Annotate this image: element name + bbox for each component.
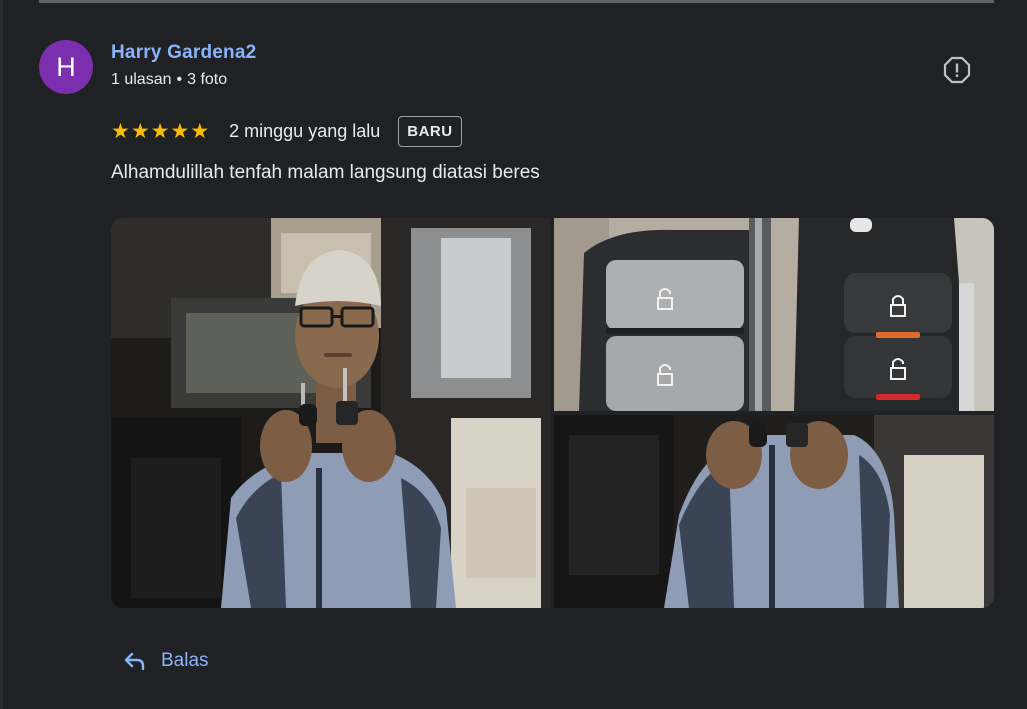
star-icon: ★ — [170, 119, 190, 143]
photo-key-fob-closeup[interactable] — [554, 218, 994, 411]
author-name[interactable]: Harry Gardena2 — [111, 42, 256, 64]
meta-separator: • — [176, 71, 183, 88]
star-rating: ★ ★ ★ ★ ★ — [111, 121, 209, 142]
rating-row: ★ ★ ★ ★ ★ 2 minggu yang lalu BARU — [111, 114, 462, 148]
reply-icon — [124, 652, 145, 671]
reply-label: Balas — [161, 650, 209, 671]
photo-technician-holding-keys-2[interactable] — [554, 415, 994, 608]
star-icon: ★ — [111, 119, 130, 143]
reply-button[interactable]: Balas — [123, 650, 209, 672]
photos-count: 3 foto — [187, 71, 228, 88]
star-icon: ★ — [150, 119, 170, 143]
left-edge — [0, 0, 3, 709]
report-icon — [943, 56, 971, 84]
review-divider — [39, 0, 994, 3]
reviews-count: 1 ulasan — [111, 71, 172, 88]
review-text: Alhamdulillah tenfah malam langsung diat… — [111, 162, 540, 183]
new-badge: BARU — [398, 115, 462, 147]
review-time: 2 minggu yang lalu — [229, 120, 381, 141]
star-icon: ★ — [130, 119, 150, 143]
photo-technician-holding-keys[interactable] — [111, 218, 550, 608]
author-meta: 1 ulasan • 3 foto — [111, 71, 227, 89]
avatar[interactable]: H — [39, 40, 93, 94]
report-button[interactable] — [943, 56, 971, 84]
star-icon: ★ — [190, 119, 210, 143]
